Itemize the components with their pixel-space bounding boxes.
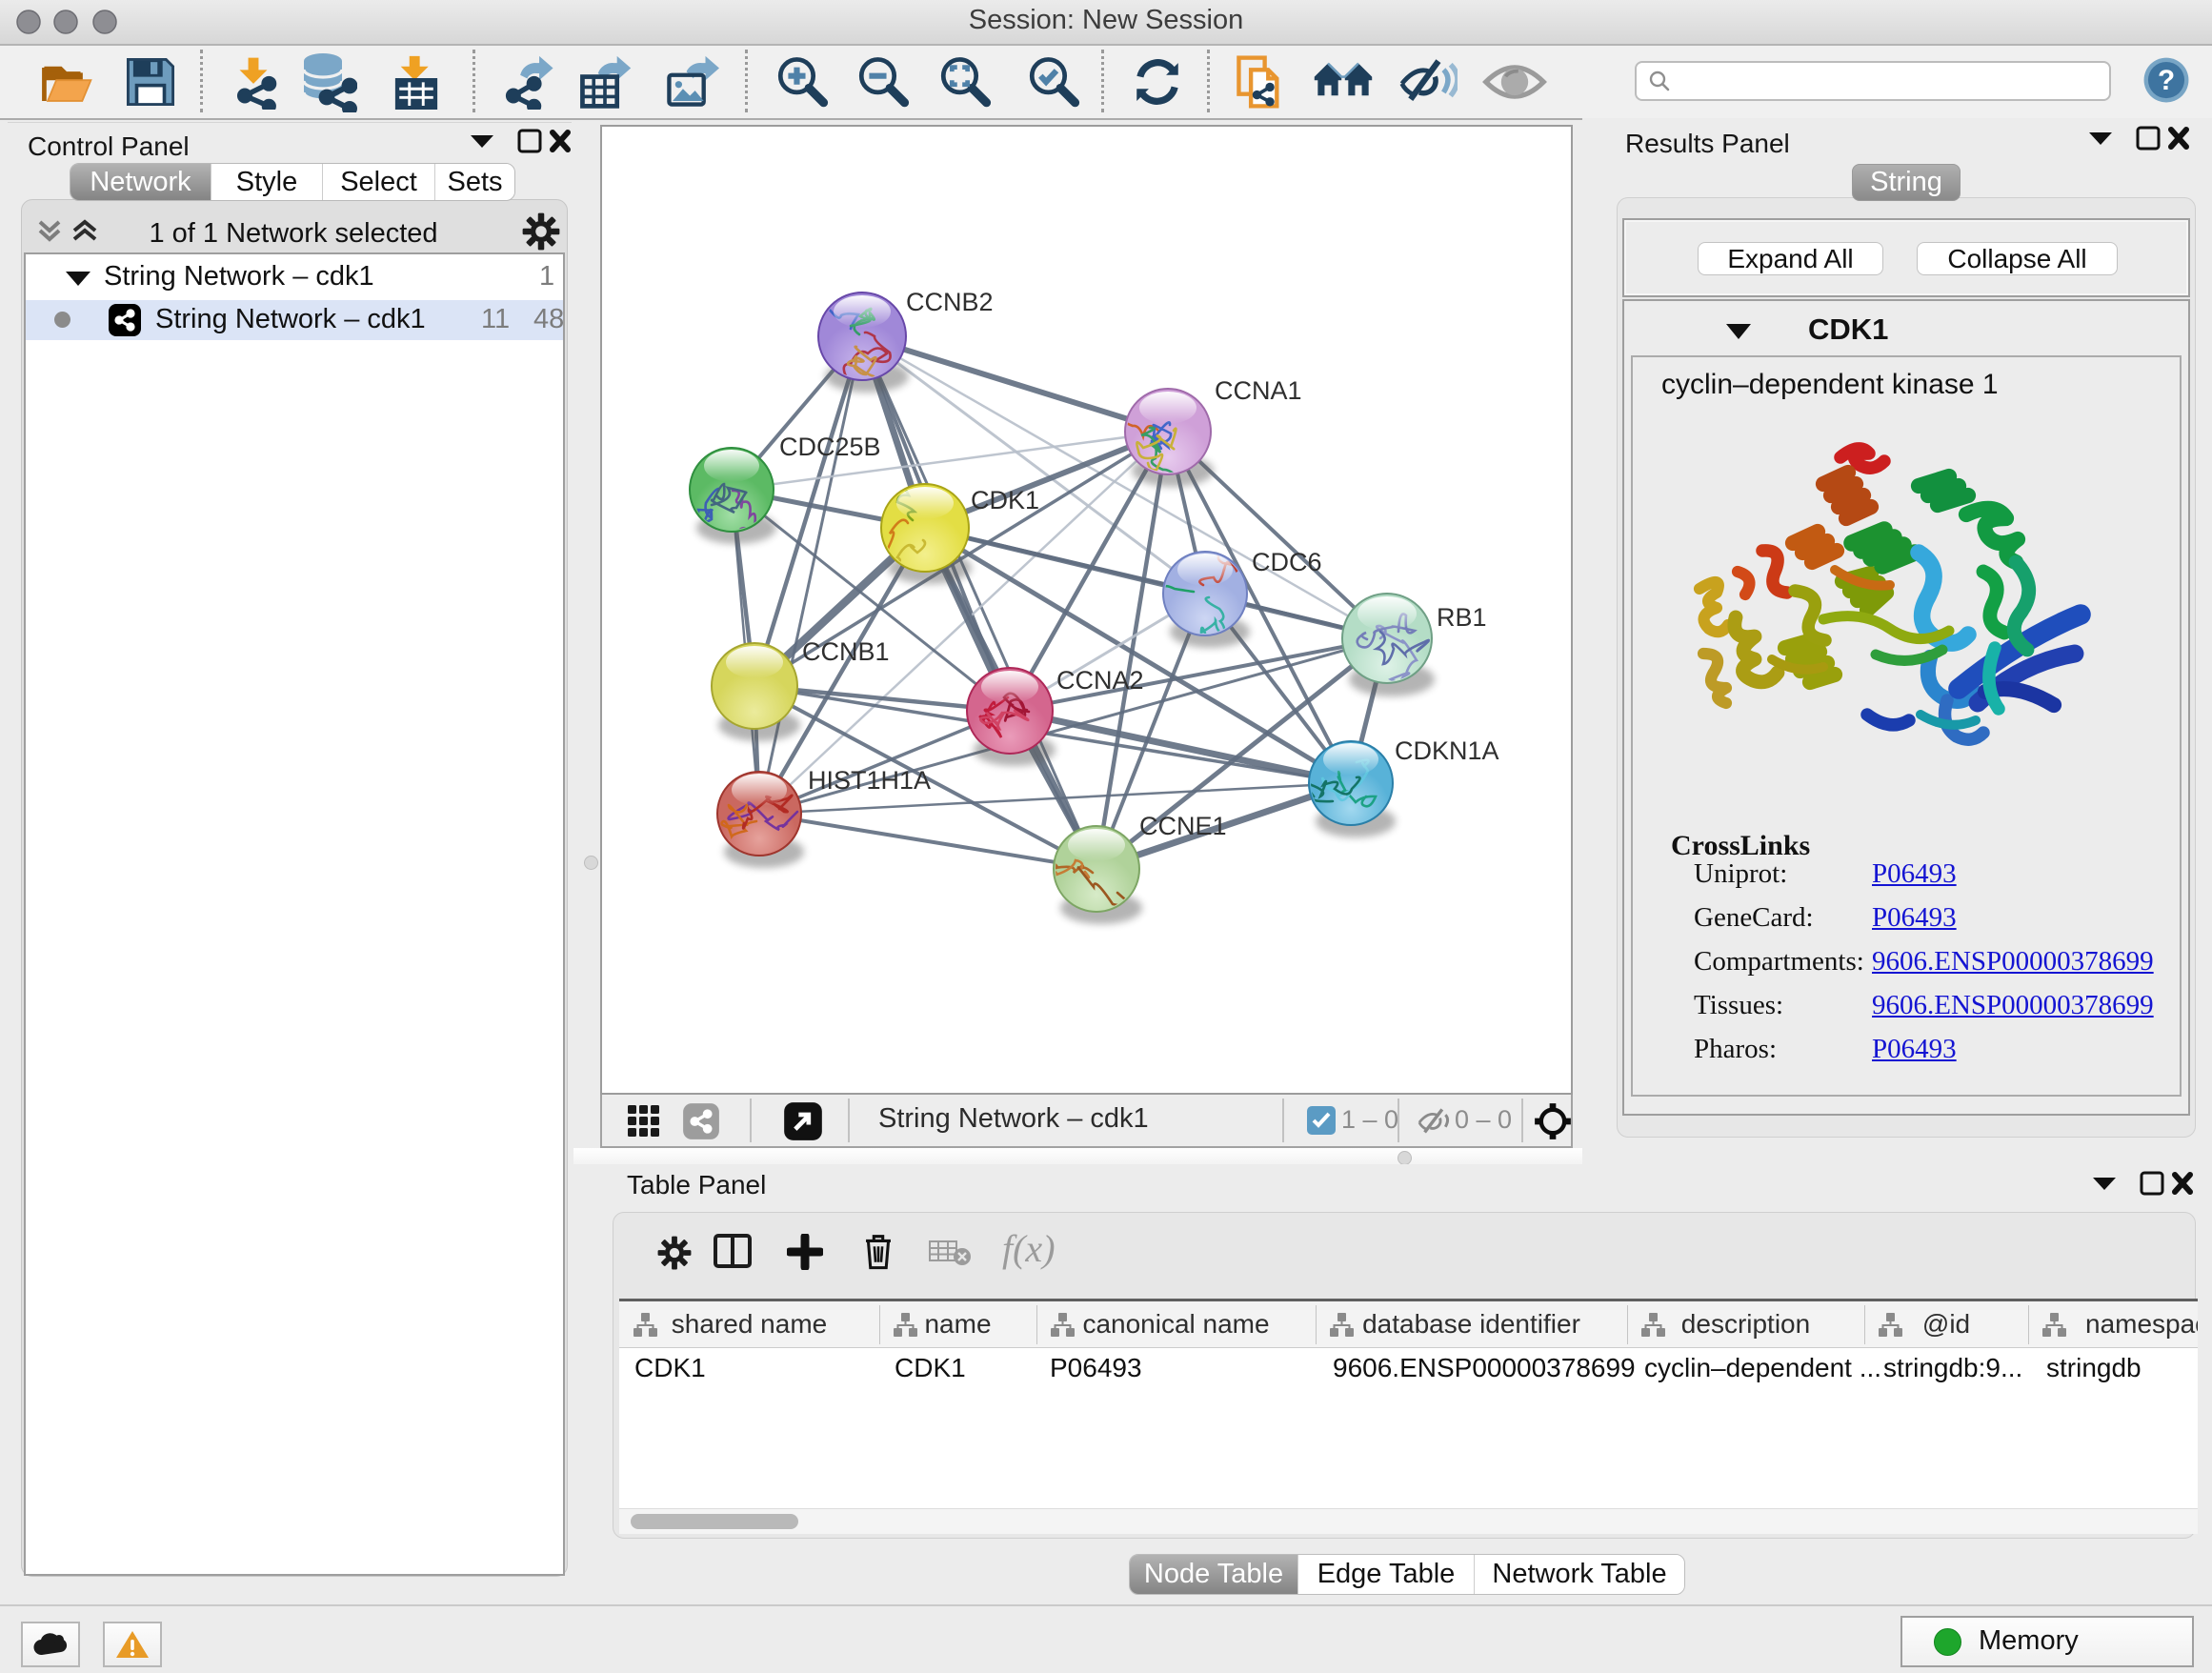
svg-text:CDKN1A: CDKN1A	[1395, 736, 1499, 765]
svg-text:CCNA1: CCNA1	[1215, 376, 1302, 405]
svg-text:CCNA2: CCNA2	[1056, 666, 1144, 695]
svg-text:CCNE1: CCNE1	[1139, 812, 1227, 840]
svg-text:?: ?	[2158, 65, 2175, 96]
svg-text:CCNB1: CCNB1	[802, 637, 890, 666]
svg-text:CDC6: CDC6	[1252, 548, 1322, 576]
svg-text:RB1: RB1	[1437, 603, 1487, 632]
svg-text:CDC25B: CDC25B	[779, 433, 881, 461]
svg-text:HIST1H1A: HIST1H1A	[808, 766, 931, 795]
svg-text:CCNB2: CCNB2	[906, 288, 994, 316]
svg-text:CDK1: CDK1	[971, 486, 1039, 514]
